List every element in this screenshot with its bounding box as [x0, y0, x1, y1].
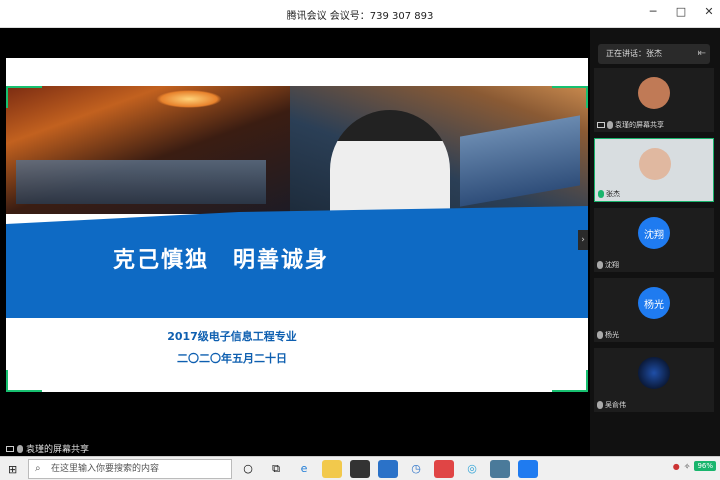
share-frame-corner-br — [552, 370, 588, 392]
window-title: 腾讯会议 会议号：739 307 893 — [286, 11, 434, 22]
tray-notification-icon[interactable]: ✧ — [684, 462, 691, 471]
participant-name: 沈翔 — [605, 261, 619, 269]
food-tray — [460, 115, 580, 207]
participant-avatar — [638, 77, 670, 109]
edge-icon[interactable]: e — [294, 460, 314, 478]
participant-name: 杨光 — [605, 331, 619, 339]
mic-muted-icon — [597, 401, 603, 409]
participant-tile-active[interactable]: 张杰 — [594, 138, 714, 202]
search-placeholder: 在这里输入你要搜索的内容 — [51, 464, 160, 474]
cortana-icon[interactable]: ○ — [238, 460, 258, 478]
battery-indicator[interactable]: 96% — [694, 461, 716, 471]
participant-name-row: 沈翔 — [597, 260, 619, 270]
exit-icon[interactable]: ⇤ — [698, 44, 706, 64]
participant-avatar — [638, 357, 670, 389]
lamp-glow — [156, 90, 222, 108]
collapse-panel-button[interactable]: › — [578, 230, 588, 250]
share-frame-corner-tr — [552, 86, 588, 108]
store-icon[interactable] — [350, 460, 370, 478]
taskbar: ⊞ ⌕ 在这里输入你要搜索的内容 ○ ⧉ e ◷ ◎ ● ✧ 96% — [0, 456, 720, 480]
mic-muted-icon — [17, 444, 23, 453]
slide-heading: 克己慎独 明善诚身 — [112, 248, 329, 273]
slide-subtitle: 2017级电子信息工程专业 — [167, 330, 297, 343]
participant-name: 吴俞伟 — [605, 401, 626, 409]
participant-name: 袁瑾的屏幕共享 — [615, 121, 664, 129]
screen-share-icon — [597, 122, 605, 128]
file-explorer-icon[interactable] — [322, 460, 342, 478]
participant-name-row: 吴俞伟 — [597, 400, 626, 410]
mic-muted-icon — [607, 121, 613, 129]
mail-icon[interactable] — [378, 460, 398, 478]
maximize-button[interactable]: □ — [674, 5, 688, 18]
tencent-meeting-icon[interactable] — [518, 460, 538, 478]
app-red-icon[interactable] — [434, 460, 454, 478]
task-view-icon[interactable]: ⧉ — [266, 460, 286, 478]
participant-avatar: 杨光 — [638, 287, 670, 319]
participant-tile[interactable]: 袁瑾的屏幕共享 — [594, 68, 714, 132]
participant-name-row: 杨光 — [597, 330, 619, 340]
mic-muted-icon — [597, 261, 603, 269]
mic-on-icon — [598, 190, 604, 198]
slide-photo-canteen-left — [6, 86, 290, 214]
title-bar: 腾讯会议 会议号：739 307 893 ─ □ ✕ — [0, 0, 720, 28]
tray-app-icon[interactable]: ● — [673, 462, 680, 471]
slide-photo-canteen-right — [290, 86, 588, 214]
participant-name-row: 袁瑾的屏幕共享 — [597, 120, 664, 130]
participant-avatar: 沈翔 — [638, 217, 670, 249]
speaking-indicator: 正在讲话：张杰 ⇤ — [598, 44, 710, 64]
food-counter — [16, 160, 266, 204]
system-tray: ● ✧ 96% — [673, 461, 716, 471]
minimize-button[interactable]: ─ — [646, 5, 660, 18]
photos-icon[interactable] — [490, 460, 510, 478]
taskbar-search-input[interactable]: ⌕ 在这里输入你要搜索的内容 — [28, 459, 232, 479]
screen-share-icon — [6, 445, 14, 452]
participant-name: 张杰 — [606, 190, 620, 198]
close-button[interactable]: ✕ — [702, 5, 716, 18]
canteen-worker — [330, 110, 450, 214]
search-icon: ⌕ — [35, 463, 41, 474]
screen-share-label: 袁瑾的屏幕共享 — [6, 442, 89, 455]
windows-start-icon[interactable]: ⊞ — [8, 463, 17, 476]
window-controls: ─ □ ✕ — [646, 5, 716, 18]
participant-name-row: 张杰 — [598, 189, 620, 199]
slide-date: 二〇二〇年五月二十日 — [177, 352, 287, 365]
participant-tile[interactable]: 杨光 杨光 — [594, 278, 714, 342]
participant-video — [639, 148, 671, 180]
participant-tile[interactable]: 吴俞伟 — [594, 348, 714, 412]
clock-app-icon[interactable]: ◷ — [406, 460, 426, 478]
participant-panel: 正在讲话：张杰 ⇤ 袁瑾的屏幕共享 张杰 沈翔 沈翔 杨光 杨光 吴俞伟 — [590, 28, 720, 456]
presentation-slide: 克己慎独 明善诚身 2017级电子信息工程专业 二〇二〇年五月二十日 — [6, 58, 588, 392]
taskbar-apps: ○ ⧉ e ◷ ◎ — [238, 460, 538, 478]
share-frame-corner-tl — [6, 86, 42, 108]
participant-tile[interactable]: 沈翔 沈翔 — [594, 208, 714, 272]
speaking-label: 正在讲话：张杰 — [606, 49, 662, 58]
share-frame-corner-bl — [6, 370, 42, 392]
app-blue-icon[interactable]: ◎ — [462, 460, 482, 478]
mic-muted-icon — [597, 331, 603, 339]
screen-share-name: 袁瑾的屏幕共享 — [26, 445, 90, 455]
